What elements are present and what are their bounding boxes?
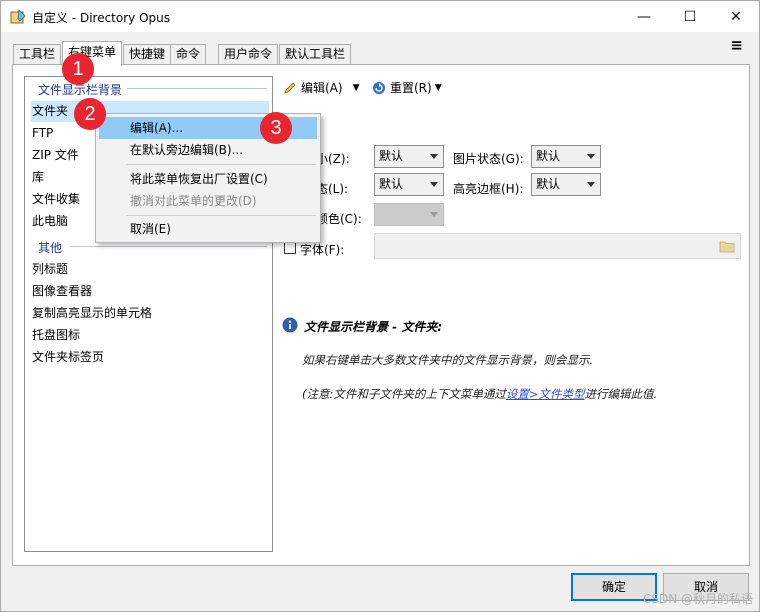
menu-item-edit-beside-default[interactable]: 在默认旁边编辑(B)... [99, 139, 317, 161]
info-description: 如果右键单击大多数文件夹中的文件显示背景，则会显示. [302, 353, 594, 367]
minimize-button[interactable]: — [621, 1, 667, 32]
list-item-tray-icon[interactable]: 托盘图标 [31, 325, 269, 346]
pencil-icon [284, 81, 296, 94]
folder-icon [719, 241, 735, 253]
edit-dropdown-button[interactable]: 编辑(A) ▼ [283, 79, 360, 96]
edit-button-label: 编辑(A) [301, 81, 343, 95]
watermark: CSDN @秋月的私语 [642, 592, 753, 606]
info-note: (注意:文件和子文件夹的上下文菜单通过设置>文件类型进行编辑此值. [302, 386, 657, 402]
chevron-down-icon [430, 154, 438, 159]
customize-dialog: 自定义 - Directory Opus — ☐ ✕ 工具栏 右键菜单 快捷键 … [0, 0, 760, 612]
menu-separator [126, 215, 316, 216]
group-header-label: 其他 [38, 239, 67, 256]
tab-hotkeys[interactable]: 快捷键 [123, 44, 172, 65]
info-title: 文件显示栏背景 - 文件夹: [304, 320, 443, 334]
reset-icon [373, 81, 385, 94]
menu-item-restore-factory[interactable]: 将此菜单恢复出厂设置(C) [99, 168, 317, 190]
group-header-other: 其他 [38, 239, 67, 256]
reset-button-label: 重置(R) [390, 81, 432, 95]
chevron-down-icon: ▼ [352, 82, 360, 93]
highlight-border-label: 高亮边框(H): [453, 182, 524, 196]
chevron-down-icon [430, 212, 438, 217]
chevron-down-icon [430, 182, 438, 187]
image-state-select[interactable]: 默认 [531, 145, 601, 168]
image-state-label: 图片状态(G): [453, 152, 524, 166]
color-select[interactable] [374, 203, 444, 226]
info-note-suffix: 进行编辑此值. [584, 387, 658, 401]
size-select-value: 默认 [379, 149, 404, 163]
file-types-link[interactable]: 设置>文件类型 [506, 387, 585, 401]
callout-badge-2: 2 [74, 98, 106, 130]
menu-item-undo-changes: 撤消对此菜单的更改(D) [130, 194, 257, 208]
state-select[interactable]: 默认 [374, 173, 444, 196]
list-item-copy-highlighted-cells[interactable]: 复制高亮显示的单元格 [31, 303, 269, 324]
list-item-image-viewer[interactable]: 图像查看器 [31, 281, 269, 302]
chevron-down-icon [587, 182, 595, 187]
group-divider [70, 246, 267, 247]
menu-item-cancel[interactable]: 取消(E) [99, 218, 317, 240]
tab-toolbar[interactable]: 工具栏 [13, 44, 62, 65]
highlight-border-select[interactable]: 默认 [531, 173, 601, 196]
info-icon [282, 317, 298, 333]
font-field[interactable] [374, 233, 741, 259]
chevron-down-icon: ▼ [434, 82, 442, 93]
list-item-column-header[interactable]: 列标题 [31, 259, 269, 280]
tab-default-toolbar[interactable]: 默认工具栏 [279, 44, 352, 65]
minimize-icon: — [637, 8, 651, 25]
close-icon: ✕ [730, 8, 742, 25]
window-title: 自定义 - Directory Opus [32, 11, 171, 25]
group-divider [127, 88, 267, 89]
state-select-value: 默认 [379, 177, 404, 191]
menu-separator [126, 164, 316, 165]
size-select[interactable]: 默认 [374, 145, 444, 168]
font-checkbox[interactable] [284, 242, 296, 254]
highlight-border-select-value: 默认 [536, 177, 561, 191]
image-state-select-value: 默认 [536, 149, 561, 163]
maximize-icon: ☐ [683, 8, 697, 25]
color-label: 颜色(C): [316, 212, 362, 226]
title-bar: 自定义 - Directory Opus — ☐ ✕ [1, 1, 759, 32]
chevron-down-icon [587, 154, 595, 159]
app-icon [10, 9, 26, 24]
font-label: 字体(F): [300, 243, 345, 257]
maximize-button[interactable]: ☐ [667, 1, 713, 32]
tab-user-commands[interactable]: 用户命令 [218, 44, 279, 65]
menu-icon[interactable]: ≡ [730, 38, 743, 53]
close-button[interactable]: ✕ [713, 1, 759, 32]
list-item-folder-tabs[interactable]: 文件夹标签页 [31, 347, 269, 368]
size-label: 小(Z): [316, 152, 350, 166]
callout-badge-3: 3 [260, 112, 292, 144]
callout-badge-1: 1 [62, 53, 94, 85]
reset-dropdown-button[interactable]: 重置(R) ▼ [372, 79, 442, 96]
tab-commands[interactable]: 命令 [170, 44, 207, 65]
info-note-prefix: (注意:文件和子文件夹的上下文菜单通过 [302, 387, 506, 401]
